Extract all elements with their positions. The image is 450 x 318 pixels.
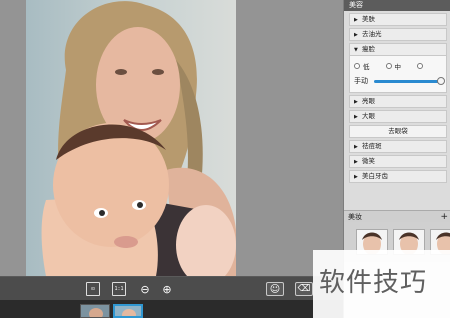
radio-circle-icon xyxy=(417,62,423,69)
section-label: 美白牙齿 xyxy=(362,172,388,180)
expand-arrow-icon: ▶ xyxy=(354,144,358,150)
section-skin[interactable]: ▶ 美肤 xyxy=(349,13,447,26)
filmstrip xyxy=(0,300,343,318)
collapse-arrow-icon: ▼ xyxy=(354,47,358,53)
section-label: 微笑 xyxy=(362,157,375,165)
canvas-area[interactable] xyxy=(0,0,343,276)
section-acne[interactable]: ▶ 祛痘斑 xyxy=(349,140,447,153)
panel-title: 美容 xyxy=(349,1,363,9)
expand-arrow-icon: ▶ xyxy=(354,32,358,38)
eraser-button[interactable]: ⌫ xyxy=(295,282,313,296)
section-remove-oil[interactable]: ▶ 去油光 xyxy=(349,28,447,41)
section-bright-eyes[interactable]: ▶ 亮眼 xyxy=(349,95,447,108)
radio-medium[interactable]: 中 xyxy=(385,61,402,71)
smile-icon: ☺ xyxy=(269,283,281,295)
view-toolbar: ⊡ 1:1 ⊖ ⊕ ☺ ⌫ xyxy=(0,276,343,301)
one-to-one-label: 1:1 xyxy=(114,286,124,292)
actual-size-button[interactable]: 1:1 xyxy=(112,282,126,296)
expand-arrow-icon: ▶ xyxy=(354,159,358,165)
makeup-header: 美妆 + xyxy=(344,210,450,222)
radio-high[interactable] xyxy=(417,62,426,69)
watermark: 软件技巧 xyxy=(313,250,450,318)
radio-circle-icon xyxy=(385,62,392,69)
slider-knob[interactable] xyxy=(436,76,445,85)
remove-eye-bag-button[interactable]: 去眼袋 xyxy=(349,125,447,138)
thumbnail-image xyxy=(115,306,141,316)
remove-eye-bag-label: 去眼袋 xyxy=(388,127,408,135)
filmstrip-thumbnail-selected[interactable] xyxy=(113,304,143,318)
radio-low[interactable]: 低 xyxy=(354,61,370,71)
zoom-in-icon: ⊕ xyxy=(162,282,172,296)
section-label: 大眼 xyxy=(362,112,375,120)
fit-to-window-button[interactable]: ⊡ xyxy=(86,282,100,296)
edited-photo[interactable] xyxy=(26,0,236,276)
section-slim-face[interactable]: ▼ 瘦脸 xyxy=(349,43,447,56)
section-label: 去油光 xyxy=(362,30,382,38)
section-label: 祛痘斑 xyxy=(362,142,382,150)
section-label: 美肤 xyxy=(362,15,375,23)
expand-arrow-icon: ▶ xyxy=(354,174,358,180)
radio-label: 中 xyxy=(394,62,402,71)
thumbnail-image xyxy=(81,305,109,317)
manual-slider[interactable] xyxy=(374,76,445,85)
zoom-out-button[interactable]: ⊖ xyxy=(138,282,152,296)
slim-face-options: 低 中 手动 xyxy=(349,56,447,93)
expand-arrow-icon: ▶ xyxy=(354,99,358,105)
makeup-title: 美妆 xyxy=(348,213,362,221)
radio-label: 低 xyxy=(363,62,370,71)
expand-arrow-icon: ▶ xyxy=(354,17,358,23)
watermark-text: 软件技巧 xyxy=(319,268,428,298)
radio-circle-icon xyxy=(354,62,360,69)
section-label: 亮眼 xyxy=(362,97,375,105)
panel-header: 美容 xyxy=(344,0,450,11)
section-smile[interactable]: ▶ 微笑 xyxy=(349,155,447,168)
section-big-eyes[interactable]: ▶ 大眼 xyxy=(349,110,447,123)
zoom-in-button[interactable]: ⊕ xyxy=(160,282,174,296)
photo-image xyxy=(41,1,236,276)
expand-arrow-icon: ▶ xyxy=(354,114,358,120)
smile-button[interactable]: ☺ xyxy=(266,282,284,296)
section-label: 瘦脸 xyxy=(362,45,375,53)
fit-icon: ⊡ xyxy=(91,286,95,292)
section-whiten-teeth[interactable]: ▶ 美白牙齿 xyxy=(349,170,447,183)
eraser-icon: ⌫ xyxy=(297,284,311,294)
manual-label: 手动 xyxy=(354,77,368,85)
zoom-out-icon: ⊖ xyxy=(140,282,150,296)
filmstrip-thumbnail[interactable] xyxy=(80,304,110,318)
